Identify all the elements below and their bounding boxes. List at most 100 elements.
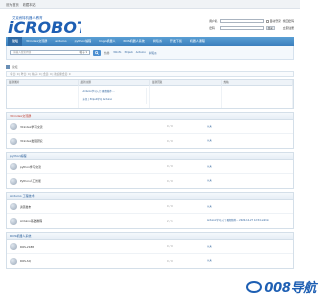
register-link[interactable]: 立即注册 — [283, 26, 294, 30]
topic-link[interactable]: 水色 | 3Cpub学习 Arduino — [81, 96, 147, 104]
nav-raspberry[interactable]: 树莓派 — [149, 37, 166, 46]
forum-last-post[interactable]: 从未 — [207, 245, 293, 249]
category-title[interactable]: 3Cindex交流群 — [7, 113, 293, 120]
latest-images-col — [7, 86, 79, 108]
forum-last-post[interactable]: 从未 — [207, 205, 293, 209]
forum-link[interactable]: 3Cindex学习交流 — [20, 125, 43, 129]
search-icon — [95, 50, 99, 55]
forum-name-cell: 资源发布 — [7, 203, 167, 210]
category-block: python编程 python学习交流 0 / 0 从未 Python人工智能 0 / 0… — [6, 152, 294, 189]
forum-row: Python人工智能 0 / 0 从未 — [7, 174, 293, 188]
topic-link[interactable]: Arduino学习入门 教程推荐 ... — [81, 88, 147, 96]
forum-row: ROS-SQ 0 / 0 从未 — [7, 254, 293, 268]
forum-row: python学习交流 0 / 0 从未 — [7, 160, 293, 174]
forum-icon — [10, 163, 17, 170]
nav-arduino[interactable]: arduino — [51, 37, 70, 46]
nav-lingo[interactable]: lingo机器人 — [95, 37, 119, 46]
category-title[interactable]: Arduino 工程技术 — [7, 193, 293, 200]
forum-last-post[interactable]: 从未 — [207, 125, 293, 129]
forum-link[interactable]: Arduino基础教程 — [20, 219, 42, 223]
forum-name-cell: 3Cindex学习交流 — [7, 123, 167, 130]
search-button[interactable] — [93, 49, 101, 56]
forum-last-post[interactable]: Arduino学习入门 教程推荐... 2020-12-27 12:54 adm… — [207, 219, 293, 223]
breadcrumb-forum[interactable]: 论坛 — [12, 65, 18, 69]
forum-counts: 2 / 1 — [167, 219, 173, 223]
search-input[interactable]: 请输入搜索内容 帖子 ▾ — [10, 50, 90, 55]
hot-item[interactable]: 3Cpub — [124, 51, 132, 55]
hot-item[interactable]: Arduino — [136, 51, 146, 55]
forum-link[interactable]: 3Cindex发展研究 — [20, 139, 43, 143]
forum-counts: 0 / 0 — [167, 179, 173, 183]
search-type-dropdown[interactable]: 帖子 ▾ — [80, 51, 87, 55]
search-bar: 请输入搜索内容 帖子 ▾ 热搜: 3Cinfo 3Cpub Arduino 树莓… — [6, 46, 294, 60]
forum-last-post[interactable]: 从未 — [207, 165, 293, 169]
forum-icon — [10, 217, 17, 225]
username-input[interactable] — [219, 19, 264, 23]
nav-course[interactable]: 机器人课程 — [186, 37, 209, 46]
category-block: ROS机器人系统 ROS-2188 0 / 0 从未 ROS-SQ 0 / 0 从未 — [6, 232, 294, 269]
forum-icon — [10, 123, 17, 130]
auto-login-option: 自动登录 — [265, 19, 281, 23]
forum-row: 资源发布 0 / 0 从未 — [7, 200, 293, 214]
forum-counts: 0 / 0 — [167, 125, 173, 128]
forum-name-cell: ROS-2188 — [7, 243, 167, 250]
forum-name-cell: Arduino基础教程 — [7, 217, 167, 225]
auto-login-checkbox[interactable] — [265, 19, 269, 23]
latest-replies-col — [150, 86, 222, 108]
password-input[interactable] — [219, 26, 264, 30]
watermark-text: 008导航 — [264, 281, 316, 296]
login-button[interactable]: 登录 — [265, 26, 275, 30]
forgot-password-link[interactable]: 找回密码 — [283, 19, 294, 23]
forum-row: 3Cindex学习交流 0 / 0 从未 — [7, 120, 293, 134]
forum-link[interactable]: ROS-2188 — [20, 245, 34, 249]
nav-forum[interactable]: 论坛 — [8, 37, 23, 46]
category-title[interactable]: ROS机器人系统 — [7, 233, 293, 240]
forum-row: 3Cindex发展研究 0 / 0 从未 — [7, 134, 293, 148]
forum-counts: 0 / 0 — [167, 139, 173, 143]
auto-login-label: 自动登录 — [269, 19, 281, 23]
hot-item[interactable]: 树莓派 — [149, 51, 157, 55]
breadcrumb: 论坛 — [6, 63, 294, 71]
topbar: 设为首页 收藏本站 — [0, 0, 300, 9]
nav-3cindex[interactable]: 3Cindex交流群 — [22, 37, 51, 46]
home-icon[interactable] — [6, 65, 10, 69]
nav-ros[interactable]: ROS机器人系统 — [119, 37, 148, 46]
nav-download[interactable]: 开发下载 — [166, 37, 186, 46]
latest-panel-body: Arduino学习入门 教程推荐 ... 水色 | 3Cpub学习 Arduin… — [7, 86, 293, 108]
forum-link[interactable]: python学习交流 — [20, 165, 41, 169]
forum-last-post[interactable]: 从未 — [207, 139, 293, 143]
forum-icon — [10, 203, 17, 210]
forum-row: ROS-2188 0 / 0 从未 — [7, 240, 293, 254]
forum-stats-notice: 今日: 0 | 昨日: 0 | 帖子: 0 | 会员: 0 | 欢迎新会员: 0 — [6, 71, 294, 77]
forum-row: Arduino基础教程 2 / 1 Arduino学习入门 教程推荐... 2020… — [7, 214, 293, 228]
forum-counts: 0 / 0 — [167, 259, 173, 263]
forum-link[interactable]: ROS-SQ — [20, 259, 31, 263]
category-block: 3Cindex交流群 3Cindex学习交流 0 / 0 从未 3Cindex发展研究 0… — [6, 112, 294, 149]
header: 艾克睿特机器人教育 iCROBOT 用户名 自动登录 找回密码 密码 登录 立即… — [0, 9, 300, 37]
forum-icon — [10, 137, 17, 145]
forum-last-post[interactable]: 从未 — [207, 259, 293, 263]
forum-name-cell: python学习交流 — [7, 163, 167, 170]
category-block: Arduino 工程技术 资源发布 0 / 0 从未 Arduino基础教程 2 / 1A… — [6, 192, 294, 229]
forum-icon — [10, 243, 17, 250]
site-logo[interactable]: 艾克睿特机器人教育 iCROBOT — [6, 11, 81, 35]
nav-python[interactable]: python编程 — [71, 37, 96, 46]
search-placeholder: 请输入搜索内容 — [13, 51, 32, 54]
latest-panel: 最新图片 最新主题 最新回复 热帖 Arduino学习入门 教程推荐 ... 水… — [6, 79, 294, 109]
forum-name-cell: ROS-SQ — [7, 257, 167, 265]
login-form: 用户名 自动登录 找回密码 密码 登录 立即注册 — [209, 19, 294, 30]
bookmark-link[interactable]: 收藏本站 — [23, 2, 36, 7]
search-type: 帖子 — [79, 51, 85, 54]
forum-last-post[interactable]: 从未 — [207, 179, 293, 183]
hot-topics-col — [222, 86, 293, 108]
forum-name-cell: 3Cindex发展研究 — [7, 137, 167, 145]
stats-text: 今日: 0 | 昨日: 0 | 帖子: 0 | 会员: 0 | 欢迎新会员: 0 — [10, 73, 71, 76]
forum-name-cell: Python人工智能 — [7, 177, 167, 185]
forum-link[interactable]: Python人工智能 — [20, 179, 41, 183]
category-title[interactable]: python编程 — [7, 153, 293, 160]
hot-item[interactable]: 3Cinfo — [113, 51, 121, 55]
forum-counts: 0 / 0 — [167, 245, 173, 248]
forum-link[interactable]: 资源发布 — [20, 205, 31, 209]
set-homepage-link[interactable]: 设为首页 — [6, 2, 19, 7]
password-label: 密码 — [209, 26, 215, 30]
